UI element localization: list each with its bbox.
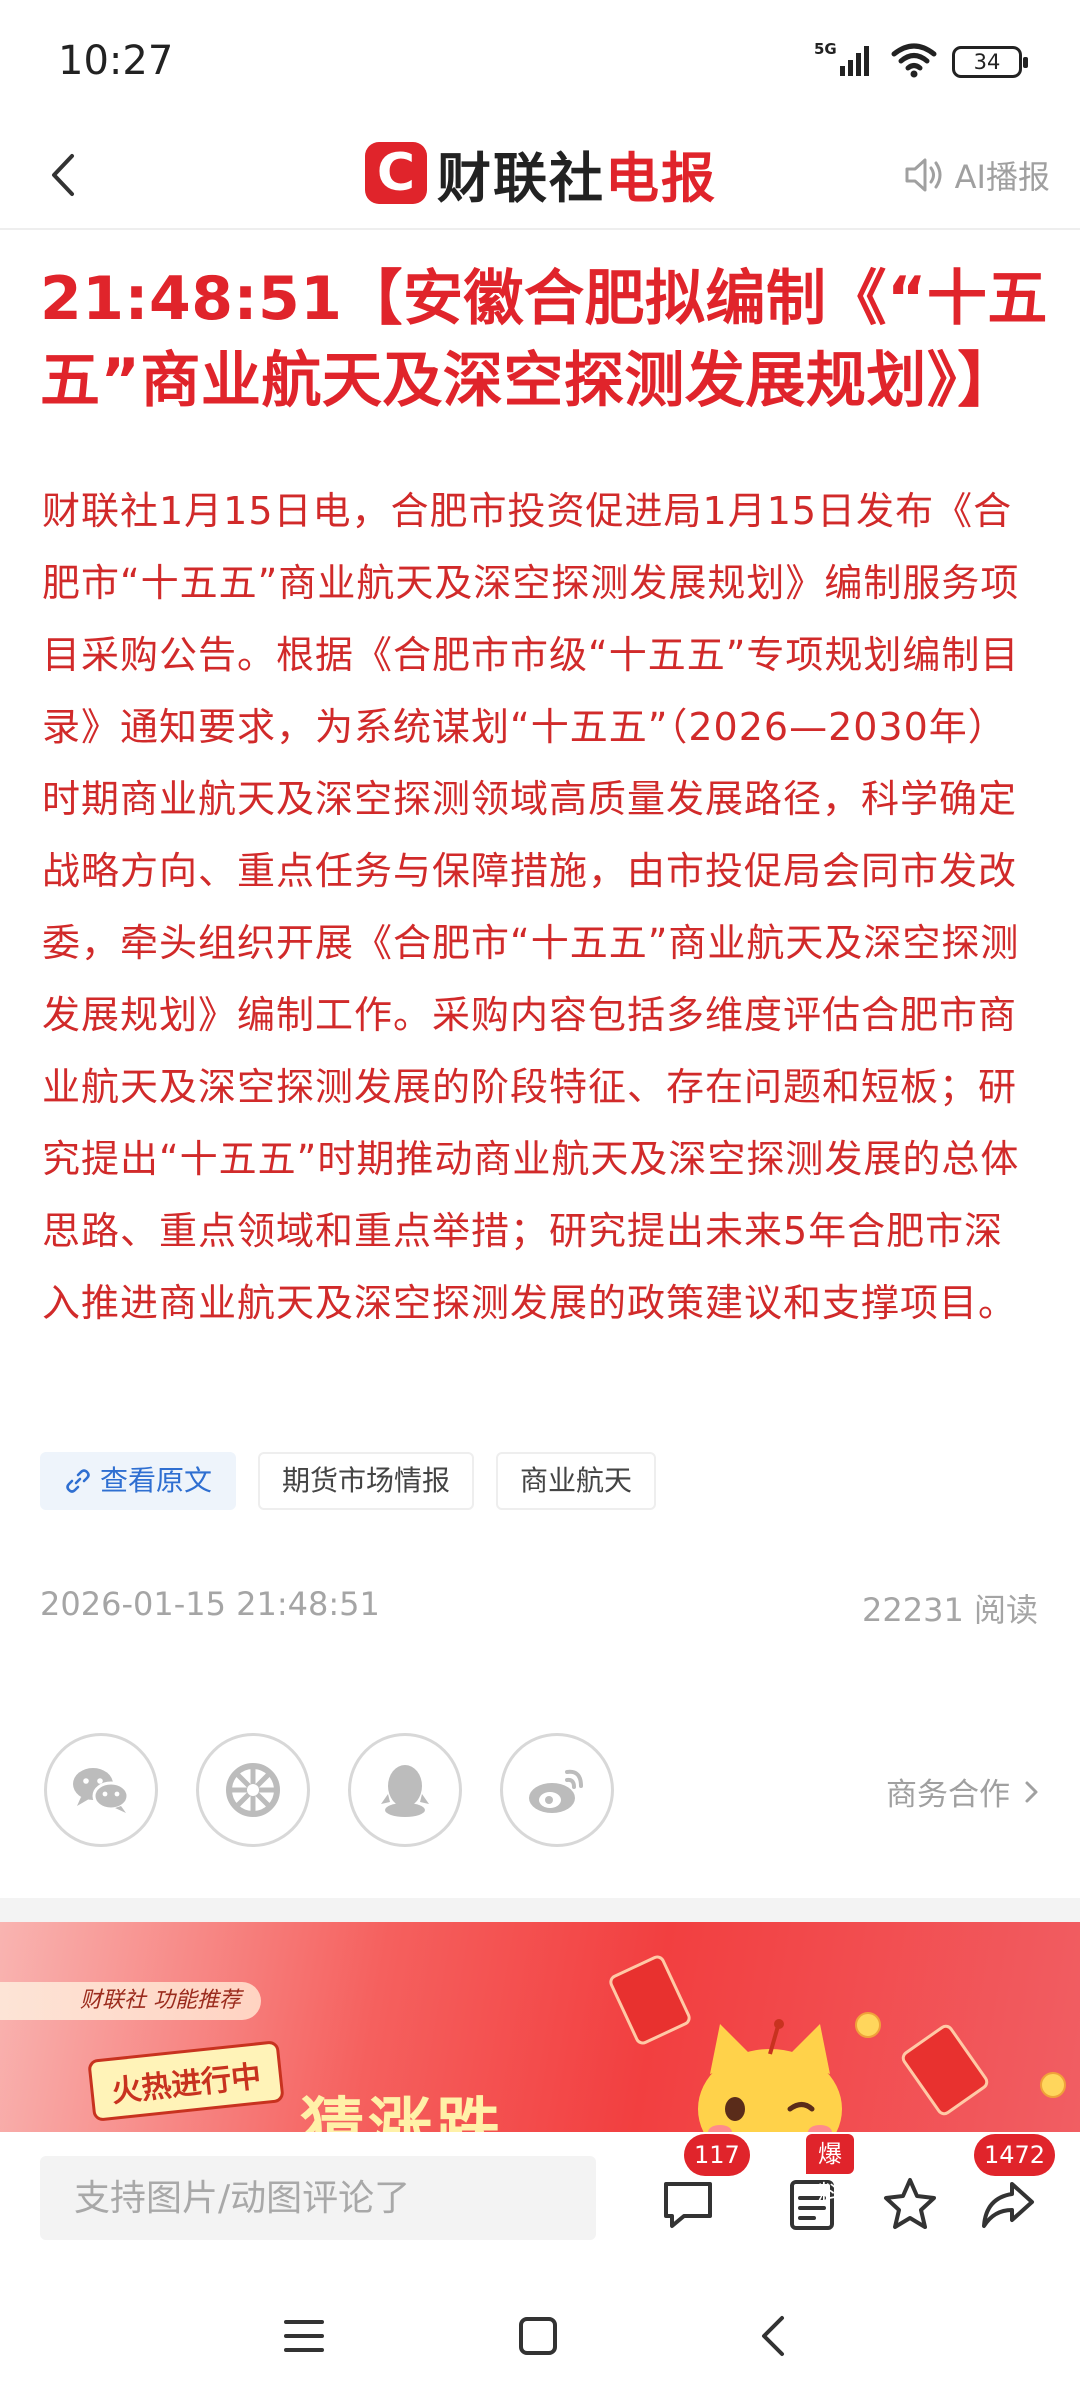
logo-text: 财联社电报 — [437, 134, 717, 213]
logo-c-icon: C — [365, 142, 427, 204]
battery-icon: 34 — [952, 46, 1028, 78]
logo-text-part1: 财联社 — [437, 146, 605, 210]
mascot-cat-icon — [698, 2019, 842, 2132]
read-count: 22231 阅读 — [862, 1591, 1038, 1629]
link-icon — [66, 1469, 90, 1493]
home-square-icon — [519, 2317, 557, 2355]
logo-text-part2: 电报 — [605, 146, 717, 210]
chevron-left-icon — [52, 154, 74, 196]
status-time: 10:27 — [58, 38, 174, 84]
article-title: 21:48:51【安徽合肥拟编制《“十五五”商业航天及深空探测发展规划》】 — [40, 264, 1048, 416]
tag-commercial-space[interactable]: 商业航天 — [496, 1452, 657, 1510]
ai-broadcast-label: AI播报 — [954, 158, 1050, 196]
article-meta: 2026-01-15 21:48:51 22231 阅读 — [40, 1585, 1038, 1629]
bottom-action-bar: 117 爆料 1472 — [0, 2132, 1080, 2272]
svg-text:5G: 5G — [814, 40, 837, 58]
menu-icon — [284, 2320, 324, 2352]
back-triangle-icon — [762, 2316, 784, 2356]
share-weibo-button[interactable] — [500, 1733, 614, 1847]
nav-menu-button[interactable] — [268, 2300, 340, 2372]
report-badge: 爆料 — [806, 2134, 854, 2208]
tag-futures-intel[interactable]: 期货市场情报 — [258, 1452, 475, 1510]
share-wechat-button[interactable] — [44, 1733, 158, 1847]
view-original-label: 查看原文 — [100, 1464, 213, 1497]
star-icon — [884, 2178, 936, 2229]
banner-hot-label: 火热进行中 — [87, 2040, 285, 2122]
view-original-button[interactable]: 查看原文 — [40, 1452, 237, 1510]
comment-input[interactable] — [40, 2156, 596, 2240]
favorite-button[interactable] — [878, 2172, 942, 2236]
wifi-icon — [890, 40, 938, 84]
nav-home-button[interactable] — [502, 2300, 574, 2372]
wechat-icon — [73, 1768, 130, 1813]
share-arrow-icon — [982, 2182, 1034, 2228]
comments-count-badge: 117 — [684, 2134, 750, 2176]
share-count-badge: 1472 — [974, 2134, 1056, 2176]
status-icons: 5G 34 — [814, 40, 1028, 84]
banner-headline: 猜涨跌 — [300, 2092, 504, 2132]
chevron-right-icon — [1025, 1781, 1038, 1802]
moments-icon — [226, 1763, 280, 1817]
top-header: C 财联社电报 AI播报 — [0, 120, 1080, 230]
nav-back-button[interactable] — [738, 2300, 810, 2372]
coin-icon — [1040, 2072, 1066, 2098]
weibo-icon — [529, 1769, 583, 1813]
signal-icon: 5G — [814, 40, 876, 84]
share-moments-button[interactable] — [196, 1733, 310, 1847]
promo-banner[interactable]: 财联社 功能推荐 火热进行中 猜涨跌 — [0, 1922, 1080, 2132]
red-envelope-icon — [898, 2021, 992, 2119]
banner-feature-pill: 财联社 功能推荐 — [0, 1982, 261, 2020]
share-qq-button[interactable] — [348, 1733, 462, 1847]
app-logo: C 财联社电报 — [365, 132, 717, 214]
system-nav-bar — [0, 2272, 1080, 2400]
article-body: 财联社1月15日电，合肥市投资促进局1月15日发布《合肥市“十五五”商业航天及深… — [42, 489, 1020, 1325]
tag-row: 查看原文 期货市场情报 商业航天 — [40, 1452, 657, 1510]
speaker-icon — [905, 158, 942, 192]
share-row: 商务合作 — [44, 1733, 1040, 1847]
comments-button[interactable]: 117 — [656, 2134, 750, 2236]
status-bar: 10:27 5G 34 — [0, 0, 1080, 120]
business-cooperation-label: 商务合作 — [886, 1777, 1010, 1813]
business-cooperation-link[interactable]: 商务合作 — [886, 1769, 1040, 1814]
article-page: 10:27 5G 34 C 财联社电报 AI播报 21:48:51【安徽合肥拟编… — [0, 0, 1080, 2400]
section-divider — [0, 1898, 1080, 1922]
share-button[interactable]: 1472 — [974, 2134, 1056, 2236]
report-news-button[interactable]: 爆料 — [780, 2134, 854, 2236]
publish-time: 2026-01-15 21:48:51 — [40, 1585, 380, 1623]
qq-icon — [381, 1765, 429, 1817]
back-button[interactable] — [34, 142, 100, 208]
comment-bubble-icon — [664, 2182, 712, 2228]
ai-broadcast-button[interactable]: AI播报 — [903, 144, 1050, 206]
